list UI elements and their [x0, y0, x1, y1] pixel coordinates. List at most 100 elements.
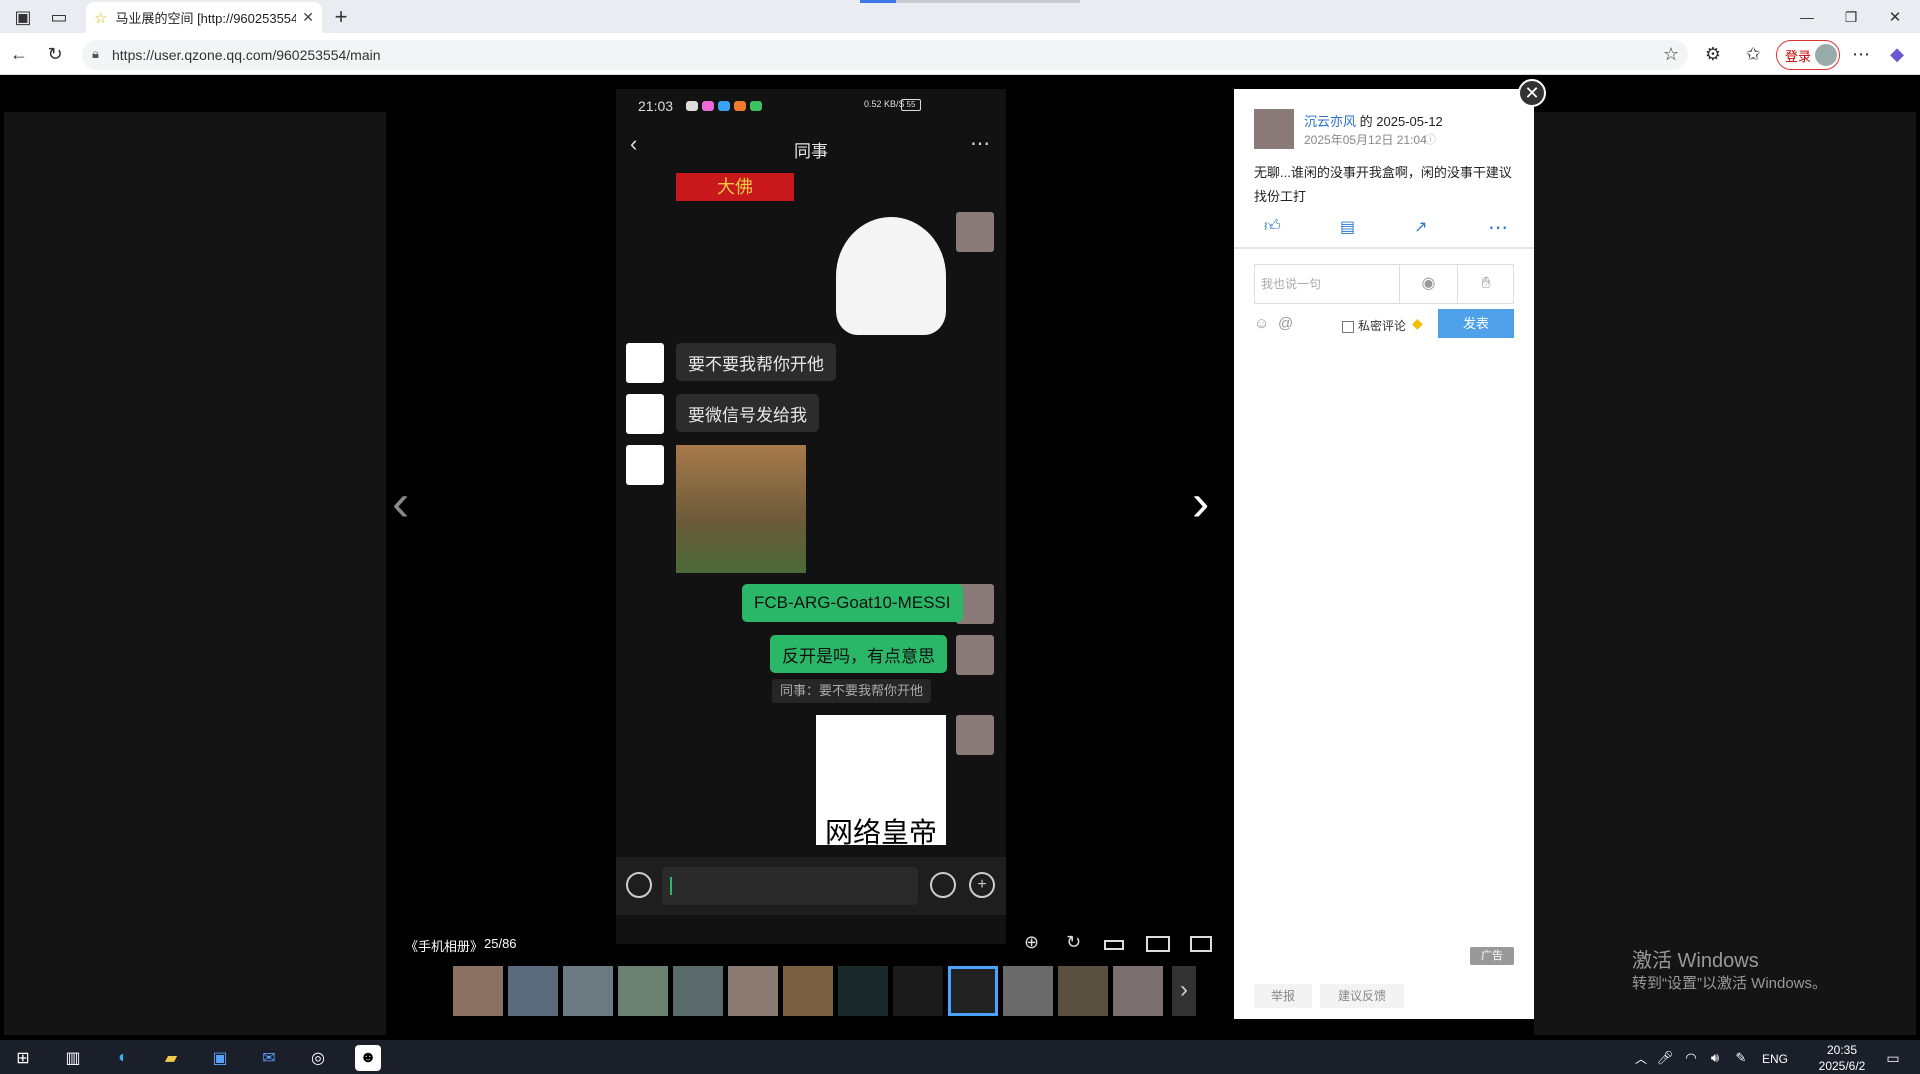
quoted-reply: 同事：要不要我帮你开他: [772, 679, 932, 703]
clock-date[interactable]: 2025/6/2: [1810, 1059, 1874, 1073]
post-date: 2025-05-12: [1376, 114, 1443, 129]
feedback-button[interactable]: 建议反馈: [1320, 984, 1404, 1008]
thumbnail[interactable]: [893, 966, 943, 1016]
avatar-icon: [1815, 44, 1837, 66]
like-icon[interactable]: 👍︎: [1264, 217, 1281, 236]
tab-actions-icon[interactable]: ▭: [44, 2, 74, 32]
photo-counter: 25/86: [484, 936, 517, 951]
chat-title: 同事: [794, 142, 828, 161]
network-icon[interactable]: ◠: [1678, 1045, 1704, 1071]
share-icon[interactable]: ↗: [1414, 217, 1427, 237]
slideshow-icon[interactable]: [1190, 936, 1212, 952]
new-tab-button[interactable]: +: [326, 2, 356, 32]
post-datetime: 2025年05月12日 21:04: [1304, 133, 1427, 147]
my-avatar: [956, 635, 994, 675]
info-icon[interactable]: ⓘ: [1425, 131, 1436, 147]
close-window-icon[interactable]: ✕: [1880, 2, 1910, 32]
thumbnail[interactable]: [783, 966, 833, 1016]
back-icon[interactable]: ←: [4, 39, 34, 69]
obs-icon[interactable]: ◎: [305, 1045, 331, 1071]
message-bubble: 反开是吗，有点意思: [770, 635, 947, 673]
author-avatar[interactable]: [1254, 109, 1294, 149]
lock-icon: 🔒︎: [92, 46, 99, 61]
volume-icon[interactable]: 🔊︎: [1702, 1045, 1728, 1071]
microphone-icon[interactable]: 🎤︎: [1652, 1045, 1678, 1071]
chat-more-icon: ⋯: [970, 133, 990, 155]
chat-text-field: [662, 867, 918, 905]
rotate-icon[interactable]: ↻: [1066, 932, 1081, 953]
minimize-icon[interactable]: —: [1792, 2, 1822, 32]
restore-icon[interactable]: ❐: [1836, 2, 1866, 32]
close-viewer-icon[interactable]: ✕: [1518, 79, 1546, 107]
zoom-in-icon[interactable]: ⊕: [1024, 932, 1039, 953]
camera-icon[interactable]: ◉: [1399, 265, 1457, 303]
mention-icon[interactable]: @: [1278, 315, 1293, 332]
thumbnail[interactable]: [838, 966, 888, 1016]
tray-chevron-icon[interactable]: ︿: [1628, 1045, 1654, 1071]
thumbnail[interactable]: [508, 966, 558, 1016]
thumbnail[interactable]: [673, 966, 723, 1016]
comment-input[interactable]: 我也说一句: [1255, 265, 1399, 303]
favorite-star-icon[interactable]: ☆: [1656, 39, 1686, 69]
favorites-icon[interactable]: ✩: [1738, 39, 1768, 69]
message-bubble: FCB-ARG-Goat10-MESSI: [742, 584, 963, 622]
start-icon[interactable]: ⊞: [10, 1045, 36, 1071]
prev-photo-icon[interactable]: ‹: [392, 477, 409, 529]
private-checkbox[interactable]: [1342, 321, 1354, 333]
thumbnail[interactable]: [563, 966, 613, 1016]
store-icon[interactable]: ▣: [207, 1045, 233, 1071]
clock-time[interactable]: 20:35: [1810, 1043, 1874, 1057]
file-explorer-icon[interactable]: ▰: [158, 1045, 184, 1071]
more-actions-icon[interactable]: ⋯: [1488, 215, 1508, 240]
emoji-picker-icon[interactable]: ☺: [1254, 315, 1269, 332]
of-label: 的: [1359, 114, 1373, 129]
album-name[interactable]: 《手机相册》: [405, 936, 483, 955]
active-tab[interactable]: ☆ 马业展的空间 [http://960253554... ✕: [86, 2, 322, 33]
cat-sticker: [836, 217, 946, 335]
friend-avatar: [626, 445, 664, 485]
thumbnails-next-icon[interactable]: ›: [1172, 966, 1196, 1016]
login-button[interactable]: 登录: [1776, 40, 1840, 70]
ad-badge: 广告: [1470, 947, 1514, 965]
workspaces-icon[interactable]: ▣: [8, 2, 38, 32]
message-bubble: 要不要我帮你开他: [676, 343, 836, 381]
thumbnail[interactable]: [1003, 966, 1053, 1016]
thumbnail[interactable]: [1113, 966, 1163, 1016]
notifications-icon[interactable]: ▭: [1880, 1045, 1906, 1071]
language-indicator[interactable]: ENG: [1762, 1052, 1788, 1066]
fit-icon[interactable]: [1104, 940, 1124, 950]
friend-avatar: [626, 394, 664, 434]
post-text: 无聊...谁闲的没事开我盒啊，闲的没事干建议找份工打: [1254, 165, 1512, 204]
thumbnail[interactable]: [1058, 966, 1108, 1016]
refresh-icon[interactable]: ↻: [40, 39, 70, 69]
close-tab-icon[interactable]: ✕: [302, 9, 314, 26]
thumbnail[interactable]: [728, 966, 778, 1016]
edge-icon[interactable]: ◐: [110, 1045, 136, 1071]
pen-icon[interactable]: ✎: [1728, 1045, 1754, 1071]
url-field[interactable]: 🔒︎ https://user.qzone.qq.com/960253554/m…: [82, 40, 1688, 70]
report-button[interactable]: 举报: [1254, 984, 1312, 1008]
thumbnail-active[interactable]: [948, 966, 998, 1016]
author-name[interactable]: 沉云亦风: [1304, 114, 1356, 129]
comment-icon[interactable]: ▤: [1340, 217, 1355, 237]
copilot-icon[interactable]: ◆: [1882, 39, 1912, 69]
mail-icon[interactable]: ✉: [256, 1045, 282, 1071]
task-view-icon[interactable]: ▥: [60, 1045, 86, 1071]
text-cursor: [670, 877, 672, 895]
extensions-icon[interactable]: ⚙: [1698, 39, 1728, 69]
tab-title: 马业展的空间 [http://960253554...: [115, 11, 297, 26]
submit-comment-button[interactable]: 发表: [1438, 309, 1514, 338]
more-menu-icon[interactable]: ⋯: [1846, 39, 1876, 69]
qq-icon[interactable]: ☻: [355, 1045, 381, 1071]
thumbnail[interactable]: [453, 966, 503, 1016]
thumbnail[interactable]: [618, 966, 668, 1016]
gift-icon[interactable]: ✋︎: [1457, 265, 1514, 303]
my-avatar: [956, 212, 994, 252]
next-photo-icon[interactable]: ›: [1192, 477, 1209, 529]
friend-avatar: [626, 343, 664, 383]
meme-photo: [676, 445, 806, 573]
comment-box: 我也说一句 ◉ ✋︎: [1254, 264, 1514, 304]
status-speed: 0.52 KB/S: [864, 99, 905, 109]
fullscreen-icon[interactable]: [1146, 936, 1170, 952]
activation-watermark-title: 激活 Windows: [1632, 950, 1759, 972]
